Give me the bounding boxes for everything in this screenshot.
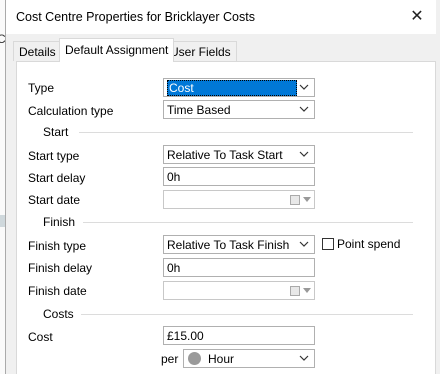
start-delay-input[interactable]: 0h bbox=[163, 167, 315, 186]
finish-delay-value: 0h bbox=[167, 261, 181, 275]
type-select[interactable]: Cost bbox=[163, 78, 315, 97]
cost-centre-properties-dialog: Cost Centre Properties for Bricklayer Co… bbox=[5, 0, 440, 374]
tab-panel: Type Cost Calculation type Time Based St… bbox=[16, 61, 436, 374]
finish-date-picker[interactable] bbox=[163, 281, 315, 300]
calendar-icon bbox=[290, 195, 300, 205]
cost-label: Cost bbox=[28, 330, 53, 344]
start-type-label: Start type bbox=[28, 149, 80, 163]
costs-section-divider bbox=[81, 314, 413, 315]
tab-details-label: Details bbox=[19, 45, 56, 59]
start-delay-label: Start delay bbox=[28, 171, 86, 185]
chevron-down-icon bbox=[299, 241, 309, 247]
per-unit-select[interactable]: Hour bbox=[183, 349, 315, 368]
point-spend-label[interactable]: Point spend bbox=[337, 237, 400, 251]
finish-date-label: Finish date bbox=[28, 284, 87, 298]
start-section-heading: Start bbox=[43, 125, 69, 139]
title-bar: Cost Centre Properties for Bricklayer Co… bbox=[6, 0, 436, 34]
tab-user-fields[interactable]: User Fields bbox=[164, 41, 237, 61]
calculation-type-label: Calculation type bbox=[28, 104, 114, 118]
start-date-label: Start date bbox=[28, 193, 81, 207]
chevron-down-icon bbox=[303, 288, 311, 293]
finish-delay-label: Finish delay bbox=[28, 261, 93, 275]
start-section-divider bbox=[79, 132, 413, 133]
type-label: Type bbox=[28, 81, 55, 95]
cost-value: £15.00 bbox=[167, 329, 204, 343]
tab-default-assignment[interactable]: Default Assignment bbox=[59, 38, 175, 62]
window-title: Cost Centre Properties for Bricklayer Co… bbox=[16, 10, 255, 24]
calculation-type-value: Time Based bbox=[167, 103, 231, 117]
cost-input[interactable]: £15.00 bbox=[163, 326, 315, 345]
tab-default-assignment-label: Default Assignment bbox=[65, 43, 169, 57]
start-delay-value: 0h bbox=[167, 170, 181, 184]
close-icon[interactable]: ✕ bbox=[406, 6, 428, 28]
start-type-select[interactable]: Relative To Task Start bbox=[163, 145, 315, 164]
chevron-down-icon bbox=[299, 151, 309, 157]
chevron-down-icon bbox=[299, 106, 309, 112]
chevron-down-icon bbox=[299, 84, 309, 90]
finish-type-value: Relative To Task Finish bbox=[167, 238, 290, 252]
costs-section-heading: Costs bbox=[43, 307, 74, 321]
calendar-icon bbox=[290, 286, 300, 296]
finish-section-heading: Finish bbox=[43, 215, 76, 229]
finish-type-select[interactable]: Relative To Task Finish bbox=[163, 235, 315, 254]
calculation-type-select[interactable]: Time Based bbox=[163, 100, 315, 119]
finish-type-label: Finish type bbox=[28, 239, 87, 253]
chevron-down-icon bbox=[299, 355, 309, 361]
type-value: Cost bbox=[167, 80, 297, 96]
finish-delay-input[interactable]: 0h bbox=[163, 258, 315, 277]
tab-details[interactable]: Details bbox=[13, 41, 62, 61]
start-type-value: Relative To Task Start bbox=[167, 148, 283, 162]
point-spend-checkbox[interactable] bbox=[322, 238, 334, 250]
tab-user-fields-label: User Fields bbox=[170, 45, 231, 59]
per-label: per bbox=[161, 352, 179, 366]
clock-icon bbox=[188, 352, 201, 365]
start-date-picker[interactable] bbox=[163, 190, 315, 209]
per-unit-value: Hour bbox=[208, 352, 235, 366]
finish-section-divider bbox=[83, 222, 413, 223]
chevron-down-icon bbox=[303, 197, 311, 202]
